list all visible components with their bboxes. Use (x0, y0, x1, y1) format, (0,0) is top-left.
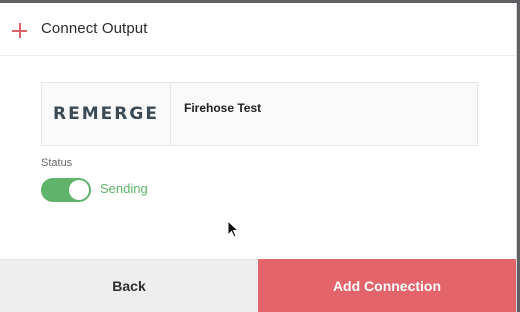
connect-output-dialog: Connect Output REMERGE Firehose Test Sta… (0, 3, 517, 312)
output-card[interactable]: REMERGE Firehose Test (41, 82, 478, 146)
mouse-cursor-icon (227, 220, 239, 238)
plus-icon (12, 23, 27, 38)
toggle-knob (69, 180, 89, 200)
back-button[interactable]: Back (0, 259, 258, 312)
add-connection-button[interactable]: Add Connection (258, 259, 516, 312)
status-toggle[interactable] (41, 178, 91, 202)
remerge-logo: REMERGE (53, 104, 159, 124)
status-text: Sending (100, 181, 148, 196)
dialog-header: Connect Output (0, 3, 516, 56)
status-label: Status (41, 157, 73, 169)
dialog-footer: Back Add Connection (0, 259, 516, 312)
dialog-title: Connect Output (41, 20, 148, 37)
output-name: Firehose Test (184, 101, 262, 115)
logo-cell: REMERGE (42, 83, 171, 145)
